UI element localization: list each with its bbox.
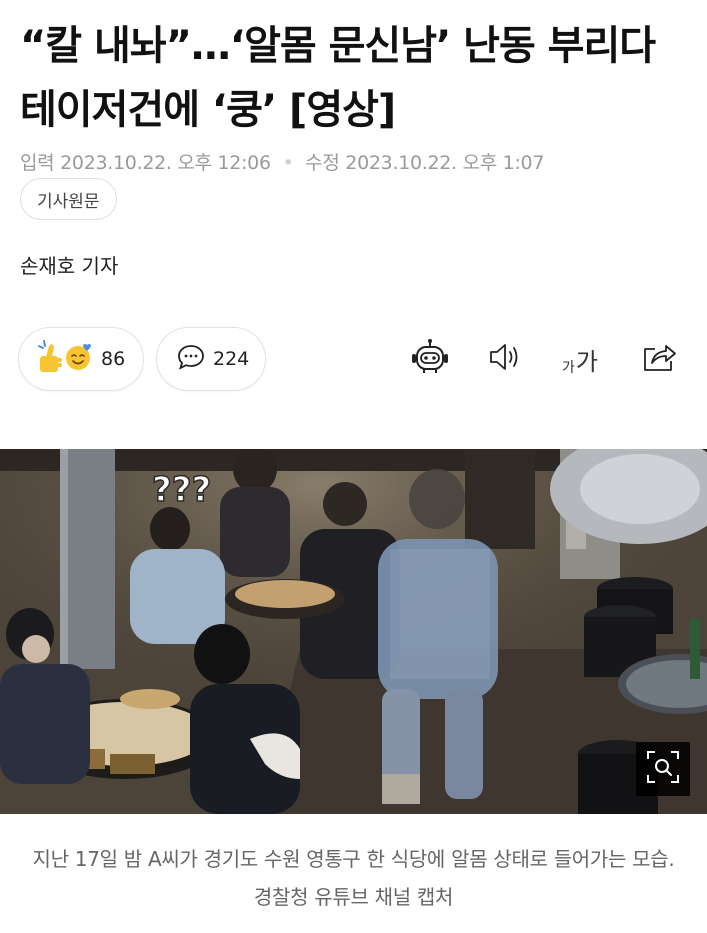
comment-icon	[177, 344, 205, 374]
reporter-name[interactable]: 손재호 기자	[20, 250, 118, 279]
share-button[interactable]	[638, 338, 680, 380]
modified-date: 2023.10.22. 오후 1:07	[345, 152, 545, 174]
meta-separator: •	[282, 152, 294, 174]
article-dates: 입력 2023.10.22. 오후 12:06 • 수정 2023.10.22.…	[20, 148, 544, 175]
listen-audio-button[interactable]	[486, 338, 526, 380]
robot-summary-icon	[410, 338, 450, 380]
article-headline: “칼 내놔”…‘알몸 문신남’ 난동 부리다 테이저건에 ‘쿵’ [영상]	[20, 23, 656, 133]
font-big-label: 가	[575, 347, 598, 376]
published-date: 2023.10.22. 오후 12:06	[60, 152, 271, 174]
comment-button[interactable]: 224	[156, 327, 266, 391]
original-article-button[interactable]: 기사원문	[20, 178, 117, 220]
font-size-button[interactable]: 가 가	[556, 338, 604, 380]
zoom-icon	[646, 750, 680, 788]
smile-face-icon	[63, 342, 93, 376]
font-small-label: 가	[562, 359, 575, 376]
font-size-icon: 가 가	[562, 342, 598, 377]
summary-bot-button[interactable]	[408, 338, 452, 380]
audio-speaker-icon	[488, 342, 524, 376]
share-icon	[641, 341, 677, 377]
restaurant-scene: ???	[0, 449, 707, 814]
reaction-count: 86	[101, 348, 126, 370]
photo-overlay-text: ???	[152, 470, 211, 510]
comment-count: 224	[213, 348, 250, 370]
article-photo[interactable]: ???	[0, 449, 707, 814]
modified-label: 수정	[305, 152, 340, 174]
photo-caption: 지난 17일 밤 A씨가 경기도 수원 영통구 한 식당에 알몸 상태로 들어가…	[32, 847, 675, 909]
photo-zoom-button[interactable]	[636, 742, 690, 796]
reaction-button[interactable]: 86	[18, 327, 144, 391]
published-label: 입력	[20, 152, 55, 174]
